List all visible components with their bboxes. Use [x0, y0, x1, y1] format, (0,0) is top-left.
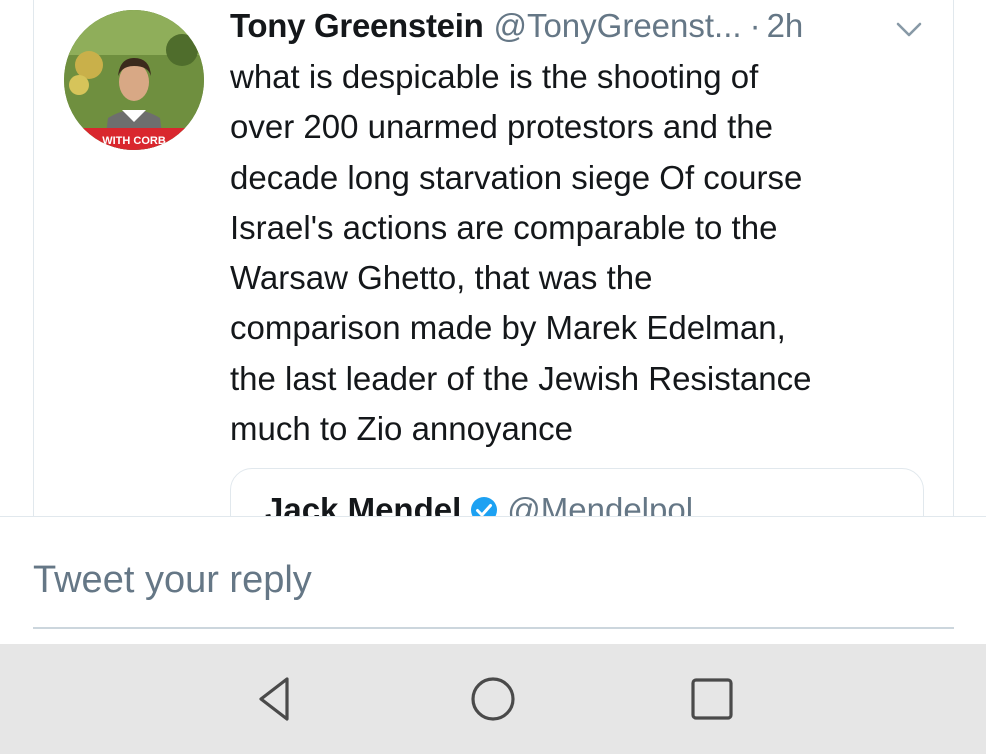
back-triangle-icon [259, 677, 289, 721]
reply-input-underline [33, 627, 954, 629]
quoted-tweet-header: Jack Mendel @Mendelpol [265, 491, 693, 516]
system-navigation-bar [0, 644, 986, 754]
tweet-text-line: much to Zio annoyance [230, 410, 574, 448]
tweet-text-line: decade long starvation siege Of course [230, 158, 803, 196]
recents-square-icon [691, 678, 733, 720]
tweet-text-line: over 200 unarmed protestors and the [230, 108, 774, 146]
reply-composer [0, 516, 986, 644]
verified-badge-icon [469, 495, 499, 516]
quoted-author-handle: @Mendelpol [507, 491, 694, 516]
tweet-text-line: the last leader of the Jewish Resistance [230, 359, 812, 397]
avatar-photo: WITH CORB [64, 10, 204, 150]
author-handle[interactable]: @TonyGreenst... [493, 7, 741, 45]
tweet-header: Tony Greenstein @TonyGreenst... · 2h [230, 4, 803, 48]
home-button[interactable] [468, 674, 518, 724]
tweet-options-button[interactable] [894, 18, 924, 40]
author-name[interactable]: Tony Greenstein [230, 7, 484, 45]
tweet-text: what is despicable is the shooting of ov… [230, 52, 930, 454]
quoted-tweet-card[interactable]: Jack Mendel @Mendelpol [230, 468, 924, 516]
reply-input[interactable] [33, 555, 954, 605]
back-button[interactable] [249, 674, 299, 724]
recents-button[interactable] [687, 674, 737, 724]
tweet-text-line: Israel's actions are comparable to the [230, 208, 778, 246]
home-circle-icon [471, 677, 515, 721]
chevron-down-icon [896, 22, 922, 37]
avatar-caption: WITH CORB [102, 135, 166, 147]
quoted-author-name: Jack Mendel [265, 491, 462, 516]
tweet-text-line: comparison made by Marek Edelman, [230, 309, 786, 347]
tweet-text-line: what is despicable is the shooting of [230, 58, 759, 95]
header-separator: · [749, 7, 761, 44]
tweet-timestamp[interactable]: 2h [767, 7, 804, 45]
author-avatar[interactable]: WITH CORB [64, 10, 204, 150]
tweet-text-line: Warsaw Ghetto, that was the [230, 259, 653, 297]
tweet-card[interactable]: WITH CORB Tony Greenstein @TonyGreenst..… [33, 0, 954, 516]
